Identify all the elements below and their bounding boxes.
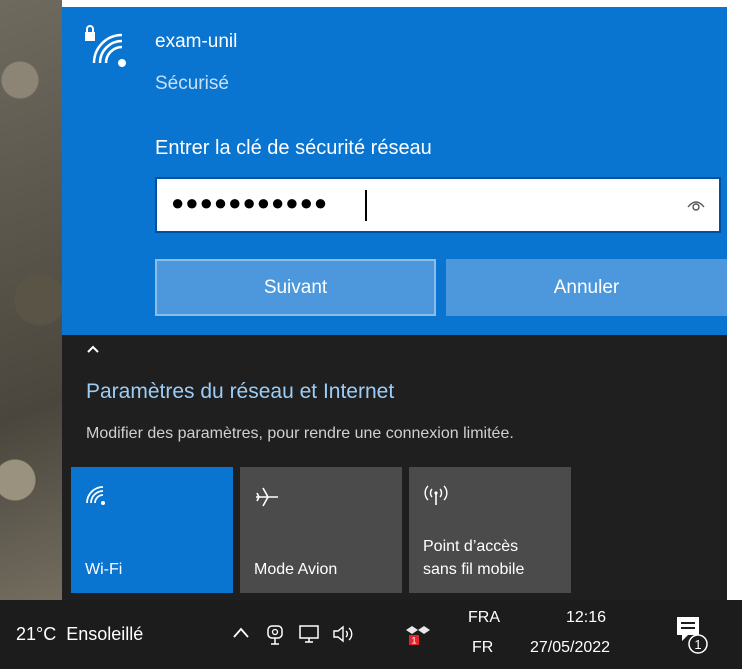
tile-hotspot-label-line2: sans fil mobile <box>423 561 525 578</box>
network-settings-link[interactable]: Paramètres du réseau et Internet <box>86 380 394 404</box>
action-center-notifications-icon[interactable]: 1 <box>674 614 714 658</box>
next-button[interactable]: Suivant <box>155 259 436 316</box>
network-wired-icon[interactable] <box>298 624 320 644</box>
network-settings-subtitle: Modifier des paramètres, pour rendre une… <box>86 425 514 442</box>
speaker-volume-icon[interactable] <box>332 624 358 644</box>
security-key-value: ●●●●●●●●●●● <box>171 190 329 215</box>
tile-mobile-hotspot[interactable]: Point d’accès sans fil mobile <box>409 467 571 593</box>
text-caret <box>365 190 367 221</box>
network-flyout: exam-unil Sécurisé Entrer la clé de sécu… <box>62 7 727 600</box>
tile-airplane-mode[interactable]: Mode Avion <box>240 467 402 593</box>
network-ssid: exam-unil <box>155 31 238 52</box>
desktop-top-strip <box>62 0 742 7</box>
security-key-label: Entrer la clé de sécurité réseau <box>155 137 432 159</box>
weather-widget[interactable]: 21°C Ensoleillé <box>16 624 143 645</box>
tile-hotspot-label-line1: Point d’accès <box>423 538 519 555</box>
taskbar: 21°C Ensoleillé 1 FRA FR 12:16 27/05/202… <box>0 600 742 669</box>
wifi-icon <box>86 486 105 505</box>
eye-icon[interactable] <box>687 198 705 212</box>
keyboard-layout-code[interactable]: FR <box>472 639 493 657</box>
clock-time[interactable]: 12:16 <box>566 609 606 627</box>
cancel-button[interactable]: Annuler <box>446 259 727 316</box>
airplane-icon <box>256 487 278 507</box>
security-key-input[interactable]: ●●●●●●●●●●● <box>155 177 721 233</box>
svg-text:1: 1 <box>411 636 416 646</box>
connect-panel: exam-unil Sécurisé Entrer la clé de sécu… <box>62 7 727 335</box>
notification-count: 1 <box>694 637 701 652</box>
dropbox-icon[interactable]: 1 <box>406 624 432 646</box>
show-hidden-icons-chevron-icon[interactable] <box>232 624 250 642</box>
network-status: Sécurisé <box>155 73 229 94</box>
wifi-secured-icon <box>85 25 126 67</box>
tile-wifi[interactable]: Wi-Fi <box>71 467 233 593</box>
meet-now-icon[interactable] <box>265 624 285 646</box>
chevron-up-icon[interactable] <box>87 345 99 353</box>
desktop-right-strip <box>727 0 742 600</box>
tile-wifi-label: Wi-Fi <box>85 561 123 578</box>
clock-date[interactable]: 27/05/2022 <box>530 639 610 657</box>
hotspot-icon <box>424 485 448 505</box>
tile-hotspot-label: Point d’accès sans fil mobile <box>423 535 524 581</box>
input-language-code[interactable]: FRA <box>468 609 500 627</box>
tile-airplane-label: Mode Avion <box>254 561 338 578</box>
